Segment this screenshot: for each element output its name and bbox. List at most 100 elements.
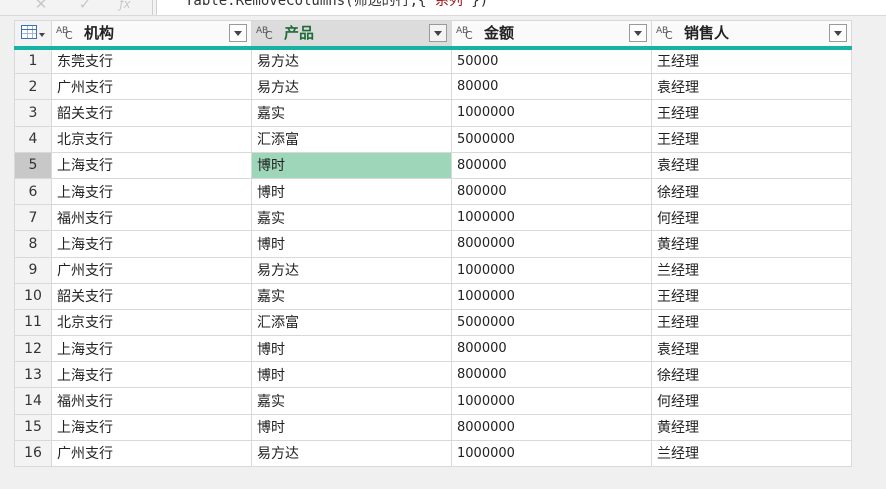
table-cell[interactable]: 易方达 <box>251 439 452 468</box>
table-cell[interactable]: 何经理 <box>651 204 852 232</box>
row-number[interactable]: 9 <box>14 256 52 284</box>
data-grid: A B C 机构 A B C 产品 A B C 金额 A B C 销售人 1 东莞支行 易方达 50000 王经理 2 广… <box>14 20 852 468</box>
row-number[interactable]: 2 <box>14 73 52 101</box>
table-cell[interactable]: 博时 <box>251 230 452 258</box>
column-filter-dropdown[interactable] <box>829 23 847 42</box>
table-cell[interactable]: 80000 <box>451 73 652 101</box>
table-cell[interactable]: 上海支行 <box>51 335 252 363</box>
table-cell[interactable]: 兰经理 <box>651 256 852 284</box>
table-cell[interactable]: 广州支行 <box>51 439 252 468</box>
table-cell[interactable]: 1000000 <box>451 256 652 284</box>
chevron-down-icon <box>39 32 45 37</box>
row-number[interactable]: 15 <box>14 413 52 441</box>
confirm-icon[interactable]: ✓ <box>72 0 98 14</box>
row-number[interactable]: 12 <box>14 335 52 363</box>
table-cell[interactable]: 上海支行 <box>51 361 252 389</box>
table-cell[interactable]: 800000 <box>451 361 652 389</box>
table-cell[interactable]: 兰经理 <box>651 439 852 468</box>
table-cell[interactable]: 嘉实 <box>251 282 452 310</box>
row-number[interactable]: 3 <box>14 99 52 127</box>
table-cell[interactable]: 福州支行 <box>51 387 252 415</box>
column-filter-dropdown[interactable] <box>229 23 247 42</box>
column-filter-dropdown[interactable] <box>429 23 447 42</box>
table-cell[interactable]: 嘉实 <box>251 387 452 415</box>
table-cell[interactable]: 1000000 <box>451 439 652 468</box>
table-cell[interactable]: 韶关支行 <box>51 282 252 310</box>
table-cell[interactable]: 8000000 <box>451 413 652 441</box>
table-cell[interactable]: 黄经理 <box>651 413 852 441</box>
column-header-0[interactable]: A B C 机构 <box>51 20 252 50</box>
cancel-icon[interactable]: ✕ <box>28 0 54 14</box>
table-cell[interactable]: 广州支行 <box>51 73 252 101</box>
table-cell[interactable]: 1000000 <box>451 204 652 232</box>
table-cell[interactable]: 1000000 <box>451 99 652 127</box>
table-cell[interactable]: 1000000 <box>451 282 652 310</box>
table-cell[interactable]: 博时 <box>251 151 452 179</box>
column-filter-dropdown[interactable] <box>629 23 647 42</box>
table-cell[interactable]: 王经理 <box>651 46 852 75</box>
table-cell[interactable]: 何经理 <box>651 387 852 415</box>
table-cell[interactable]: 东莞支行 <box>51 46 252 75</box>
table-cell[interactable]: 博时 <box>251 413 452 441</box>
row-number[interactable]: 5 <box>14 151 52 179</box>
table-row: 14 福州支行 嘉实 1000000 何经理 <box>14 387 852 415</box>
table-cell[interactable]: 北京支行 <box>51 125 252 153</box>
formula-input[interactable]: Table.RemoveColumns(筛选的行,{"系列"}) <box>156 0 886 15</box>
table-cell[interactable]: 王经理 <box>651 125 852 153</box>
table-cell[interactable]: 黄经理 <box>651 230 852 258</box>
row-number[interactable]: 6 <box>14 177 52 206</box>
table-cell[interactable]: 易方达 <box>251 73 452 101</box>
row-number[interactable]: 16 <box>14 439 52 468</box>
table-cell[interactable]: 1000000 <box>451 387 652 415</box>
table-cell[interactable]: 上海支行 <box>51 230 252 258</box>
table-cell[interactable]: 汇添富 <box>251 125 452 153</box>
table-cell[interactable]: 5000000 <box>451 125 652 153</box>
table-cell[interactable]: 袁经理 <box>651 151 852 179</box>
table-cell[interactable]: 易方达 <box>251 46 452 75</box>
table-cell[interactable]: 5000000 <box>451 308 652 337</box>
table-cell[interactable]: 北京支行 <box>51 308 252 337</box>
row-number[interactable]: 1 <box>14 46 52 75</box>
table-cell[interactable]: 汇添富 <box>251 308 452 337</box>
column-header-3[interactable]: A B C 销售人 <box>651 20 852 50</box>
table-cell[interactable]: 袁经理 <box>651 73 852 101</box>
formula-text: Table.RemoveColumns(筛选的行,{"系列"}) <box>185 0 489 9</box>
table-cell[interactable]: 韶关支行 <box>51 99 252 127</box>
table-cell[interactable]: 王经理 <box>651 282 852 310</box>
table-cell[interactable]: 上海支行 <box>51 413 252 441</box>
column-header-2[interactable]: A B C 金额 <box>451 20 652 50</box>
row-number[interactable]: 13 <box>14 361 52 389</box>
row-number[interactable]: 8 <box>14 230 52 258</box>
table-menu-button[interactable] <box>14 20 52 50</box>
table-cell[interactable]: 嘉实 <box>251 99 452 127</box>
row-number[interactable]: 4 <box>14 125 52 153</box>
table-cell[interactable]: 800000 <box>451 151 652 179</box>
table-row: 2 广州支行 易方达 80000 袁经理 <box>14 73 852 101</box>
column-header-1[interactable]: A B C 产品 <box>251 20 452 50</box>
table-cell[interactable]: 博时 <box>251 335 452 363</box>
table-cell[interactable]: 王经理 <box>651 308 852 337</box>
table-cell[interactable]: 博时 <box>251 177 452 206</box>
table-cell[interactable]: 博时 <box>251 361 452 389</box>
table-cell[interactable]: 上海支行 <box>51 151 252 179</box>
row-number[interactable]: 10 <box>14 282 52 310</box>
table-cell[interactable]: 福州支行 <box>51 204 252 232</box>
table-cell[interactable]: 王经理 <box>651 99 852 127</box>
row-number[interactable]: 7 <box>14 204 52 232</box>
table-cell[interactable]: 800000 <box>451 177 652 206</box>
table-cell[interactable]: 800000 <box>451 335 652 363</box>
table-cell[interactable]: 50000 <box>451 46 652 75</box>
table-cell[interactable]: 袁经理 <box>651 335 852 363</box>
table-cell[interactable]: 8000000 <box>451 230 652 258</box>
table-row: 12 上海支行 博时 800000 袁经理 <box>14 335 852 363</box>
table-cell[interactable]: 上海支行 <box>51 177 252 206</box>
table-cell[interactable]: 嘉实 <box>251 204 452 232</box>
table-cell[interactable]: 徐经理 <box>651 177 852 206</box>
row-number[interactable]: 11 <box>14 308 52 337</box>
column-title: 金额 <box>484 23 515 42</box>
table-cell[interactable]: 徐经理 <box>651 361 852 389</box>
row-number[interactable]: 14 <box>14 387 52 415</box>
table-cell[interactable]: 易方达 <box>251 256 452 284</box>
fx-icon[interactable]: ƒx <box>112 0 138 14</box>
table-cell[interactable]: 广州支行 <box>51 256 252 284</box>
